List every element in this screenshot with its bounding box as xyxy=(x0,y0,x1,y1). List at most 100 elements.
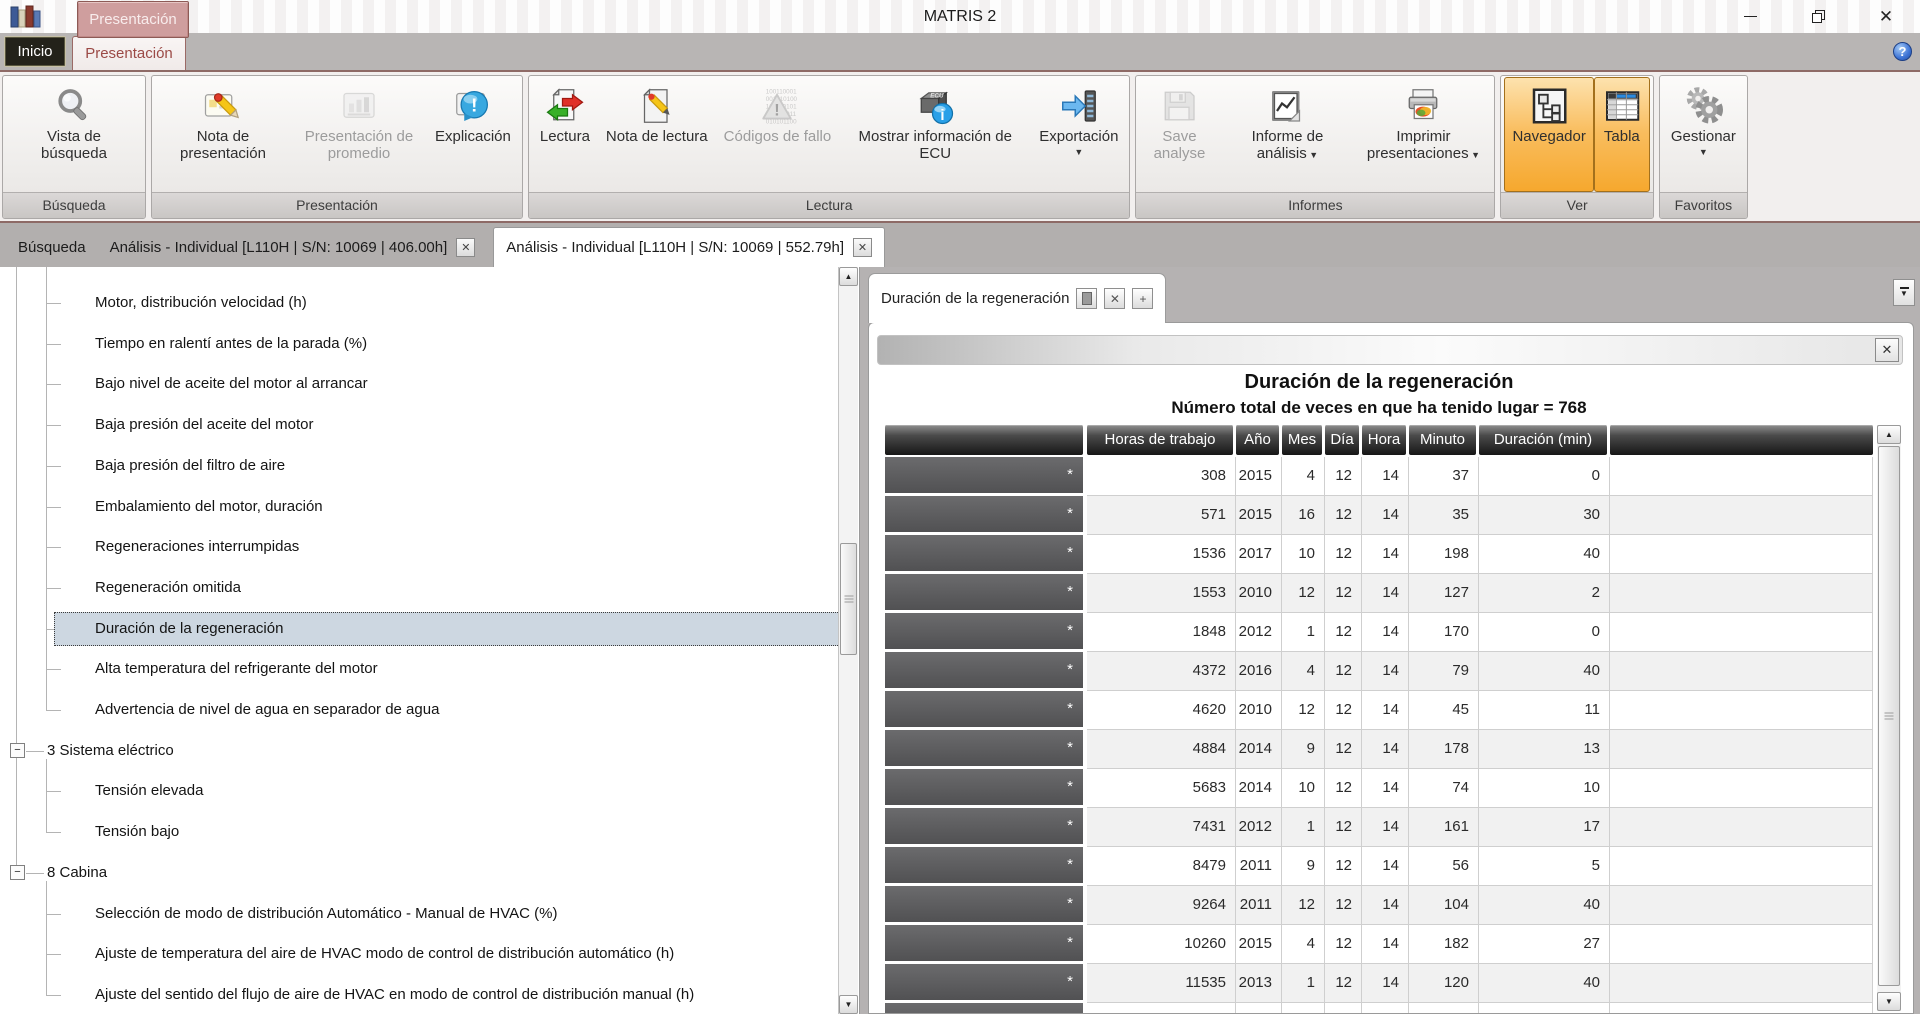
document-tab-busqueda[interactable]: Búsqueda xyxy=(6,227,98,267)
close-tab-icon[interactable]: ✕ xyxy=(456,237,476,257)
lectura-button[interactable]: Lectura xyxy=(532,77,598,192)
table-cell: 16 xyxy=(1282,496,1325,535)
row-header-cell: * xyxy=(885,457,1083,493)
tree-connector-tick xyxy=(46,954,61,956)
help-icon[interactable]: ? xyxy=(1893,42,1912,61)
table-cell: 12 xyxy=(1325,691,1362,730)
tree-expander-icon[interactable]: − xyxy=(10,864,25,880)
table-row[interactable]: * 1553 2010 12 12 14 127 2 xyxy=(885,574,1873,613)
table-row[interactable]: * 4620 2010 12 12 14 45 11 xyxy=(885,691,1873,730)
table-row[interactable]: * 9264 2011 12 12 14 104 40 xyxy=(885,886,1873,925)
table-row[interactable]: * 7431 2012 1 12 14 161 17 xyxy=(885,808,1873,847)
tree-item[interactable]: Regeneración omitida xyxy=(95,578,241,598)
exportacion-button[interactable]: Exportación ▼ xyxy=(1031,77,1126,192)
add-presentation-button[interactable]: + xyxy=(1132,288,1154,309)
tree-item[interactable]: Embalamiento del motor, duración xyxy=(95,497,323,517)
tree-item[interactable]: Regeneraciones interrumpidas xyxy=(95,537,299,557)
scroll-up-button[interactable]: ▲ xyxy=(839,267,858,286)
ribbon-group-label: Ver xyxy=(1501,192,1653,218)
table-row[interactable]: * 1848 2012 1 12 14 170 0 xyxy=(885,613,1873,652)
tree-item[interactable]: Tiempo en ralentí antes de la parada (%) xyxy=(95,334,367,354)
mostrar-informacion-de-ecu-button[interactable]: ECU i Mostrar información de ECU xyxy=(839,77,1031,192)
table-row[interactable]: * 1536 2017 10 12 14 198 40 xyxy=(885,535,1873,574)
table-row[interactable]: * 10260 2015 4 12 14 182 27 xyxy=(885,925,1873,964)
scroll-down-button[interactable]: ▼ xyxy=(1877,992,1901,1011)
tree-item[interactable]: Duración de la regeneración xyxy=(95,619,283,639)
table-row[interactable]: * 4884 2014 9 12 14 178 13 xyxy=(885,730,1873,769)
informe-de-analisis-button[interactable]: Informe de análisis ▼ xyxy=(1219,77,1355,192)
tree-item[interactable]: Tensión bajo xyxy=(95,822,179,842)
table-cell: 104 xyxy=(1409,886,1479,925)
document-tab-label: Análisis - Individual [L110H | S/N: 1006… xyxy=(109,238,448,256)
table-cell xyxy=(1087,1003,1236,1013)
presentacion-de-promedio-button[interactable]: Presentación de promedio xyxy=(291,77,427,192)
table-cell: 10260 xyxy=(1087,925,1236,964)
ribbon-button-label: Vista de búsqueda xyxy=(41,128,107,162)
vista-de-busqueda-button[interactable]: Vista de búsqueda xyxy=(6,77,142,192)
imprimir-presentaciones-button[interactable]: Imprimir presentaciones ▼ xyxy=(1355,77,1491,192)
document-tab-analisis-individ[interactable]: Análisis - Individual [L110H | S/N: 1006… xyxy=(98,227,488,267)
table-row[interactable]: * 571 2015 16 12 14 35 30 xyxy=(885,496,1873,535)
restore-button[interactable] xyxy=(1784,0,1852,33)
panel-menu-button[interactable]: ▼ xyxy=(1893,279,1915,306)
table-cell: 5683 xyxy=(1087,769,1236,808)
explicacion-button[interactable]: ! Explicación xyxy=(427,77,519,192)
table-cell xyxy=(1610,808,1873,847)
tab-presentacion[interactable]: Presentación xyxy=(72,36,186,70)
tree-expander-icon[interactable]: − xyxy=(10,742,25,758)
tabla-button[interactable]: Tabla xyxy=(1593,77,1650,192)
close-button[interactable]: ✕ xyxy=(1852,0,1920,33)
tree-item[interactable]: Advertencia de nivel de agua en separado… xyxy=(95,700,439,720)
presentation-inner-tab[interactable]: Duración de la regeneración ✕ + xyxy=(868,273,1167,323)
regeneration-panel: ✕ Duración de la regeneración Número tot… xyxy=(868,322,1914,1014)
codigos-de-fallo-button[interactable]: 1001100010010101001011001010010110110101… xyxy=(716,77,840,192)
tree-item[interactable]: 8 Cabina xyxy=(47,863,107,883)
tree-item[interactable]: Baja presión del aceite del motor xyxy=(95,415,313,435)
tree-item[interactable]: Bajo nivel de aceite del motor al arranc… xyxy=(95,374,368,394)
minimize-button[interactable] xyxy=(1716,0,1784,33)
table-cell: 8479 xyxy=(1087,847,1236,886)
tab-inicio[interactable]: Inicio xyxy=(4,36,66,67)
table-row[interactable]: * 5683 2014 10 12 14 74 10 xyxy=(885,769,1873,808)
table-scrollbar[interactable]: ▲ ▼ xyxy=(1877,425,1901,1011)
navegador-button[interactable]: Navegador xyxy=(1504,77,1594,192)
tree-item[interactable]: Ajuste del sentido del flujo de aire de … xyxy=(95,985,694,1005)
table-row[interactable]: * 4372 2016 4 12 14 79 40 xyxy=(885,652,1873,691)
scrollbar-thumb[interactable] xyxy=(1878,446,1900,986)
table-row[interactable]: * 8479 2011 9 12 14 56 5 xyxy=(885,847,1873,886)
table-cell: 14 xyxy=(1362,652,1409,691)
table-cell: 1 xyxy=(1282,613,1325,652)
tree-connector-line xyxy=(46,267,47,710)
nota-de-presentacion-button[interactable]: Nota de presentación xyxy=(155,77,291,192)
tree-item[interactable]: Ajuste de temperatura del aire de HVAC m… xyxy=(95,944,674,964)
tree-item[interactable]: 3 Sistema eléctrico xyxy=(47,741,174,761)
tree-item[interactable]: Tensión elevada xyxy=(95,781,203,801)
table-cell: 17 xyxy=(1479,808,1610,847)
document-tab-analisis-individ[interactable]: Análisis - Individual [L110H | S/N: 1006… xyxy=(493,227,886,267)
gestionar-button[interactable]: Gestionar ▼ xyxy=(1663,77,1744,192)
table-cell: 1 xyxy=(1282,808,1325,847)
column-header-dia: Día xyxy=(1325,425,1359,455)
close-tab-icon[interactable]: ✕ xyxy=(853,238,873,257)
tree-item[interactable]: Selección de modo de distribución Automá… xyxy=(95,904,557,924)
tree-item[interactable]: Motor, distribución velocidad (h) xyxy=(95,293,307,313)
nota-de-lectura-button[interactable]: Nota de lectura xyxy=(598,77,716,192)
tree-scrollbar[interactable]: ▲ ▼ xyxy=(838,267,858,1014)
panel-close-button[interactable]: ✕ xyxy=(1875,338,1899,362)
table-cell: 127 xyxy=(1409,574,1479,613)
close-presentation-button[interactable]: ✕ xyxy=(1104,288,1126,309)
scroll-down-button[interactable]: ▼ xyxy=(839,995,858,1014)
float-window-button[interactable] xyxy=(1076,288,1098,309)
scrollbar-thumb[interactable] xyxy=(840,543,857,655)
dropdown-arrow-icon: ▼ xyxy=(1306,149,1319,160)
table-row[interactable]: * 11535 2013 1 12 14 120 40 xyxy=(885,964,1873,1003)
table-cell: 161 xyxy=(1409,808,1479,847)
tree-item[interactable]: Baja presión del filtro de aire xyxy=(95,456,285,476)
save-analyse-button[interactable]: Save analyse xyxy=(1139,77,1219,192)
tree-item[interactable]: Alta temperatura del refrigerante del mo… xyxy=(95,659,378,679)
row-header-cell: * xyxy=(885,574,1083,610)
table-row[interactable]: * 308 2015 4 12 14 37 0 xyxy=(885,457,1873,496)
scroll-up-button[interactable]: ▲ xyxy=(1877,425,1901,444)
table-cell: 571 xyxy=(1087,496,1236,535)
table-cell: 14 xyxy=(1362,964,1409,1003)
